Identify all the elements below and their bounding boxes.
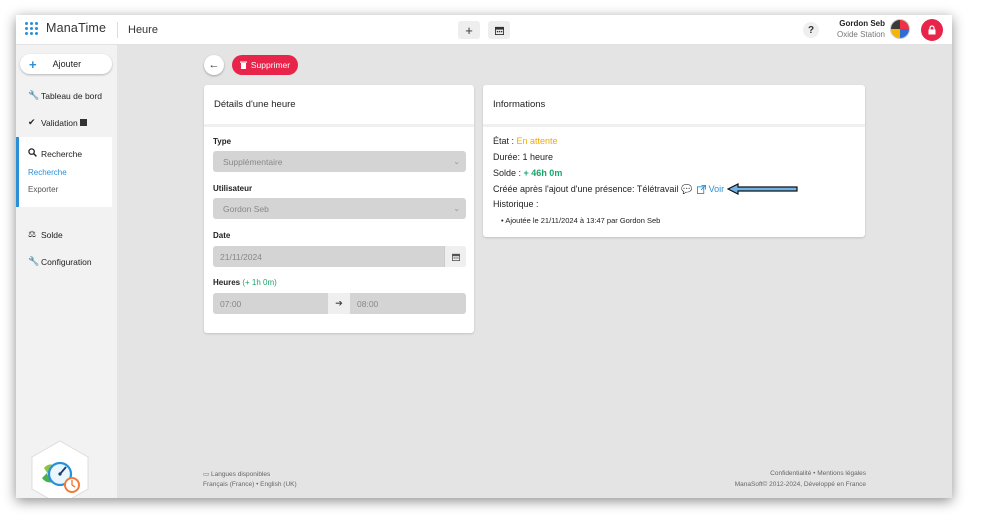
- user-select-value: Gordon Seb: [223, 203, 269, 214]
- arrow-left-icon: ←: [208, 59, 220, 71]
- app-window: ManaTime Heure + ? Gordon Seb Oxide Stat…: [16, 15, 952, 498]
- add-button-label: Ajouter: [52, 59, 82, 69]
- sidebar: + Ajouter 🔧 Tableau de bord ✔ Validation…: [16, 45, 117, 498]
- add-button[interactable]: + Ajouter: [20, 54, 112, 74]
- avatar[interactable]: [890, 19, 910, 39]
- languages-list[interactable]: Français (France) • English (UK): [203, 481, 297, 488]
- notifications-button[interactable]: [921, 19, 943, 41]
- date-picker-button[interactable]: [444, 246, 466, 267]
- info-card: Informations État : En attente Durée: 1 …: [483, 85, 865, 237]
- duration-line: Durée: 1 heure: [493, 152, 554, 162]
- user-organization: Oxide Station: [836, 30, 885, 39]
- sidebar-item-label: Tableau de bord: [41, 90, 102, 101]
- type-select-value: Supplémentaire: [223, 156, 283, 167]
- page-title: Heure: [128, 24, 158, 36]
- sidebar-item-label: Solde: [41, 229, 63, 240]
- view-link-label: Voir: [708, 184, 725, 194]
- details-card: Détails d'une heure Type Supplémentaire …: [204, 85, 474, 333]
- scale-icon: ⚖: [28, 229, 37, 239]
- sidebar-item-balance[interactable]: ⚖ Solde: [28, 229, 63, 240]
- balance-line: Solde : + 46h 0m: [493, 168, 562, 178]
- sidebar-subitem-export[interactable]: Exporter: [28, 185, 58, 194]
- comment-icon: 💬: [681, 183, 693, 194]
- calendar-icon: [494, 26, 504, 35]
- start-time-value: 07:00: [220, 298, 242, 309]
- topbar-divider: [117, 22, 118, 38]
- state-line: État : En attente: [493, 136, 558, 146]
- calendar-button[interactable]: [488, 21, 510, 39]
- sidebar-subitem-search[interactable]: Recherche: [28, 168, 67, 177]
- delete-button-label: Supprimer: [250, 60, 291, 70]
- sidebar-item-configuration[interactable]: 🔧 Configuration: [28, 256, 92, 267]
- hours-label: Heures (+ 1h 0m): [213, 278, 277, 287]
- top-bar: ManaTime Heure + ? Gordon Seb Oxide Stat…: [16, 15, 952, 45]
- sidebar-item-label: Configuration: [41, 256, 92, 267]
- quick-add-button[interactable]: +: [458, 21, 480, 39]
- arrow-right-icon: ➔: [328, 293, 350, 314]
- history-item: • Ajoutée le 21/11/2024 à 13:47 par Gord…: [501, 216, 660, 225]
- type-label: Type: [213, 137, 232, 146]
- help-button[interactable]: ?: [803, 22, 819, 38]
- user-select[interactable]: Gordon Seb ⌄: [213, 198, 466, 219]
- info-card-title: Informations: [493, 99, 546, 110]
- state-value: En attente: [516, 136, 558, 146]
- brand-clock-logo: [31, 440, 89, 498]
- external-box-icon: [79, 119, 87, 126]
- app-name: ManaTime: [46, 21, 107, 35]
- balance-value: + 46h 0m: [523, 168, 563, 178]
- end-time-value: 08:00: [357, 298, 379, 309]
- bullet-icon: •: [501, 216, 504, 225]
- wrench-icon: 🔧: [28, 90, 40, 100]
- back-button[interactable]: ←: [204, 55, 224, 75]
- calendar-icon: [451, 253, 460, 261]
- start-time-input[interactable]: 07:00: [213, 293, 328, 314]
- wrench-icon: 🔧: [28, 256, 40, 266]
- created-text: Créée après l'ajout d'une présence: Télé…: [493, 184, 679, 194]
- user-name[interactable]: Gordon Seb: [839, 19, 885, 28]
- copyright: ManaSoft© 2012-2024, Développé en France: [734, 481, 866, 488]
- plus-icon: +: [465, 22, 473, 38]
- history-item-text: Ajoutée le 21/11/2024 à 13:47 par Gordon…: [505, 216, 661, 225]
- lock-icon: [928, 25, 936, 35]
- end-time-input[interactable]: 08:00: [350, 293, 466, 314]
- chevron-down-icon: ⌄: [453, 204, 460, 213]
- hours-extra: (+ 1h 0m): [242, 278, 277, 287]
- sidebar-item-validation[interactable]: ✔ Validation: [28, 117, 87, 128]
- state-label: État :: [493, 136, 515, 146]
- hours-label-text: Heures: [213, 278, 241, 287]
- date-input-value: 21/11/2024: [220, 251, 262, 262]
- language-icon: ▭: [203, 471, 210, 478]
- details-card-title: Détails d'une heure: [214, 99, 296, 110]
- app-logo[interactable]: ManaTime: [25, 21, 106, 35]
- search-icon: [28, 148, 40, 159]
- trash-icon: [239, 61, 247, 69]
- user-label: Utilisateur: [213, 184, 253, 193]
- sidebar-item-dashboard[interactable]: 🔧 Tableau de bord: [28, 90, 102, 101]
- annotation-arrow-icon: [727, 183, 798, 195]
- history-label: Historique :: [493, 199, 539, 209]
- sidebar-item-label: Recherche: [41, 148, 83, 159]
- date-label: Date: [213, 231, 231, 240]
- card-divider: [204, 124, 474, 127]
- date-input[interactable]: 21/11/2024: [213, 246, 466, 267]
- plus-icon: +: [29, 56, 37, 72]
- view-link[interactable]: Voir: [696, 184, 725, 194]
- card-divider: [483, 124, 865, 127]
- languages-title-text: Langues disponibles: [210, 471, 271, 478]
- external-link-icon: [696, 184, 706, 194]
- created-line: Créée après l'ajout d'une présence: Télé…: [493, 183, 799, 195]
- sidebar-item-search[interactable]: Recherche: [28, 148, 82, 159]
- chevron-down-icon: ⌄: [453, 157, 460, 166]
- sidebar-item-label: Validation: [41, 117, 78, 128]
- logo-dots-icon: [25, 21, 38, 35]
- delete-button[interactable]: Supprimer: [232, 55, 298, 75]
- languages-title: ▭ Langues disponibles: [203, 470, 270, 478]
- legal-links[interactable]: Confidentialité • Mentions légales: [770, 470, 866, 477]
- type-select[interactable]: Supplémentaire ⌄: [213, 151, 466, 172]
- main-content: ← Supprimer Détails d'une heure Type Sup…: [117, 45, 952, 498]
- balance-label: Solde :: [493, 168, 522, 178]
- check-icon: ✔: [28, 117, 36, 127]
